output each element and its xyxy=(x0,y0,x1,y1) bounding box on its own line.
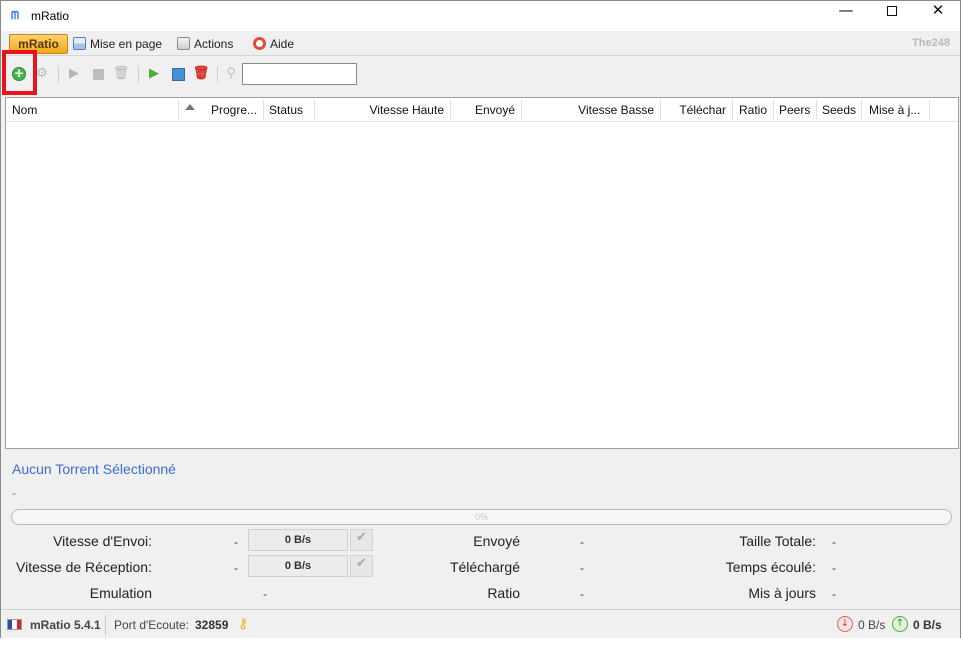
french-flag-icon xyxy=(7,619,22,630)
remove-icon: 🗑 xyxy=(112,66,130,81)
total-size-value: - xyxy=(832,535,836,549)
brand-label: The248 xyxy=(912,37,950,49)
menu-aide[interactable]: Aide xyxy=(253,36,294,52)
send-speed-value: - xyxy=(234,535,238,549)
column-progress[interactable]: Progre... xyxy=(198,98,263,122)
stop-button[interactable] xyxy=(90,66,106,82)
menu-bar: mRatio Mise en page Actions Aide The248 xyxy=(1,31,960,56)
window-title: mRatio xyxy=(31,9,70,23)
remove-button[interactable]: 🗑 xyxy=(112,66,130,82)
search-button[interactable]: ⚲ xyxy=(223,66,239,82)
mratio-logo-icon: ᗰ xyxy=(11,9,19,22)
downloaded-value: - xyxy=(580,561,584,575)
actions-icon xyxy=(177,37,190,50)
key-icon: ⚷ xyxy=(238,616,249,632)
total-size-label: Taille Totale: xyxy=(739,533,816,549)
port-label: Port d'Ecoute: xyxy=(114,618,189,632)
emulation-value: - xyxy=(263,587,267,601)
start-all-icon: ▶ xyxy=(149,66,159,81)
table-header: Nom Progre... Status Vitesse Haute Envoy… xyxy=(6,98,958,122)
download-rate: 0 B/s xyxy=(858,618,886,632)
column-mise-a-jour[interactable]: Mise à j... xyxy=(863,98,929,122)
sent-value: - xyxy=(580,535,584,549)
downloaded-label: Téléchargé xyxy=(449,559,520,575)
start-icon: ▶ xyxy=(69,66,79,81)
status-separator xyxy=(105,615,106,635)
layout-icon xyxy=(73,37,86,50)
column-telechar[interactable]: Téléchar xyxy=(660,98,732,122)
sort-ascending-icon xyxy=(185,104,195,110)
column-nom[interactable]: Nom xyxy=(6,98,178,122)
updated-value: - xyxy=(832,587,836,601)
close-button[interactable]: ✕ xyxy=(915,1,961,31)
emulation-label: Emulation xyxy=(89,585,152,601)
menu-actions[interactable]: Actions xyxy=(177,36,233,52)
column-status[interactable]: Status xyxy=(263,98,314,122)
search-input[interactable] xyxy=(242,63,357,85)
menu-mise-en-page[interactable]: Mise en page xyxy=(73,36,162,52)
torrent-progress-bar: 0% xyxy=(11,509,952,525)
upload-rate: 0 B/s xyxy=(913,618,942,632)
help-lifebuoy-icon xyxy=(253,37,266,50)
start-all-button[interactable]: ▶ xyxy=(146,66,162,82)
search-icon: ⚲ xyxy=(226,66,236,81)
toolbar-separator xyxy=(217,66,218,83)
column-envoye[interactable]: Envoyé xyxy=(450,98,521,122)
selected-torrent-title: Aucun Torrent Sélectionné xyxy=(12,461,176,477)
elapsed-label: Temps écoulé: xyxy=(725,559,816,575)
download-speed-icon: ↓ xyxy=(837,616,853,632)
sent-label: Envoyé xyxy=(473,533,520,549)
port-value: 32859 xyxy=(195,618,229,632)
minimize-button[interactable]: — xyxy=(823,1,869,31)
torrent-table[interactable]: Nom Progre... Status Vitesse Haute Envoy… xyxy=(5,97,959,449)
stop-icon xyxy=(92,68,104,80)
maximize-button[interactable] xyxy=(869,1,915,31)
progress-label: 0% xyxy=(474,512,488,522)
maximize-icon xyxy=(887,5,897,16)
apply-recv-speed-button[interactable]: ✔ xyxy=(350,555,373,577)
column-divider xyxy=(929,100,930,120)
delete-all-button[interactable]: 🗑 xyxy=(192,66,210,82)
ratio-label: Ratio xyxy=(487,585,520,601)
checkmark-icon: ✔ xyxy=(356,530,367,545)
toolbar-separator xyxy=(138,66,139,83)
settings-icon: ⚙ xyxy=(36,66,48,81)
menu-actions-label: Actions xyxy=(194,37,234,51)
recv-speed-label: Vitesse de Réception: xyxy=(16,559,152,575)
version-label: mRatio 5.4.1 xyxy=(30,618,101,632)
title-bar: ᗰ mRatio — ✕ xyxy=(1,1,960,31)
elapsed-value: - xyxy=(832,561,836,575)
status-bar: mRatio 5.4.1 Port d'Ecoute: 32859 ⚷ ↓ 0 … xyxy=(1,609,960,638)
checkmark-icon: ✔ xyxy=(356,556,367,571)
highlight-box xyxy=(2,50,37,95)
save-button[interactable] xyxy=(170,66,186,82)
upload-speed-icon: ↑ xyxy=(892,616,908,632)
updated-label: Mis à jours xyxy=(748,585,816,601)
save-icon xyxy=(171,67,185,81)
column-ratio[interactable]: Ratio xyxy=(732,98,773,122)
column-vitesse-basse[interactable]: Vitesse Basse xyxy=(521,98,660,122)
send-speed-label: Vitesse d'Envoi: xyxy=(53,533,152,549)
menu-mise-en-page-label: Mise en page xyxy=(90,37,163,51)
delete-all-icon: 🗑 xyxy=(192,66,210,81)
recv-speed-input[interactable]: 0 B/s xyxy=(248,555,348,577)
toolbar-separator xyxy=(58,66,59,83)
toolbar: + ⚙ ▶ 🗑 ▶ 🗑 ⚲ xyxy=(1,57,960,91)
menu-aide-label: Aide xyxy=(270,37,295,51)
selected-torrent-subtitle: - xyxy=(12,486,16,500)
column-seeds[interactable]: Seeds xyxy=(816,98,861,122)
send-speed-input[interactable]: 0 B/s xyxy=(248,529,348,551)
app-window: ᗰ mRatio — ✕ mRatio Mise en page Actions… xyxy=(0,0,961,638)
apply-send-speed-button[interactable]: ✔ xyxy=(350,529,373,551)
start-button[interactable]: ▶ xyxy=(66,66,82,82)
ratio-value: - xyxy=(580,587,584,601)
column-divider xyxy=(178,100,179,120)
column-vitesse-haute[interactable]: Vitesse Haute xyxy=(314,98,450,122)
column-divider xyxy=(861,100,862,120)
recv-speed-value: - xyxy=(234,561,238,575)
column-peers[interactable]: Peers xyxy=(773,98,816,122)
